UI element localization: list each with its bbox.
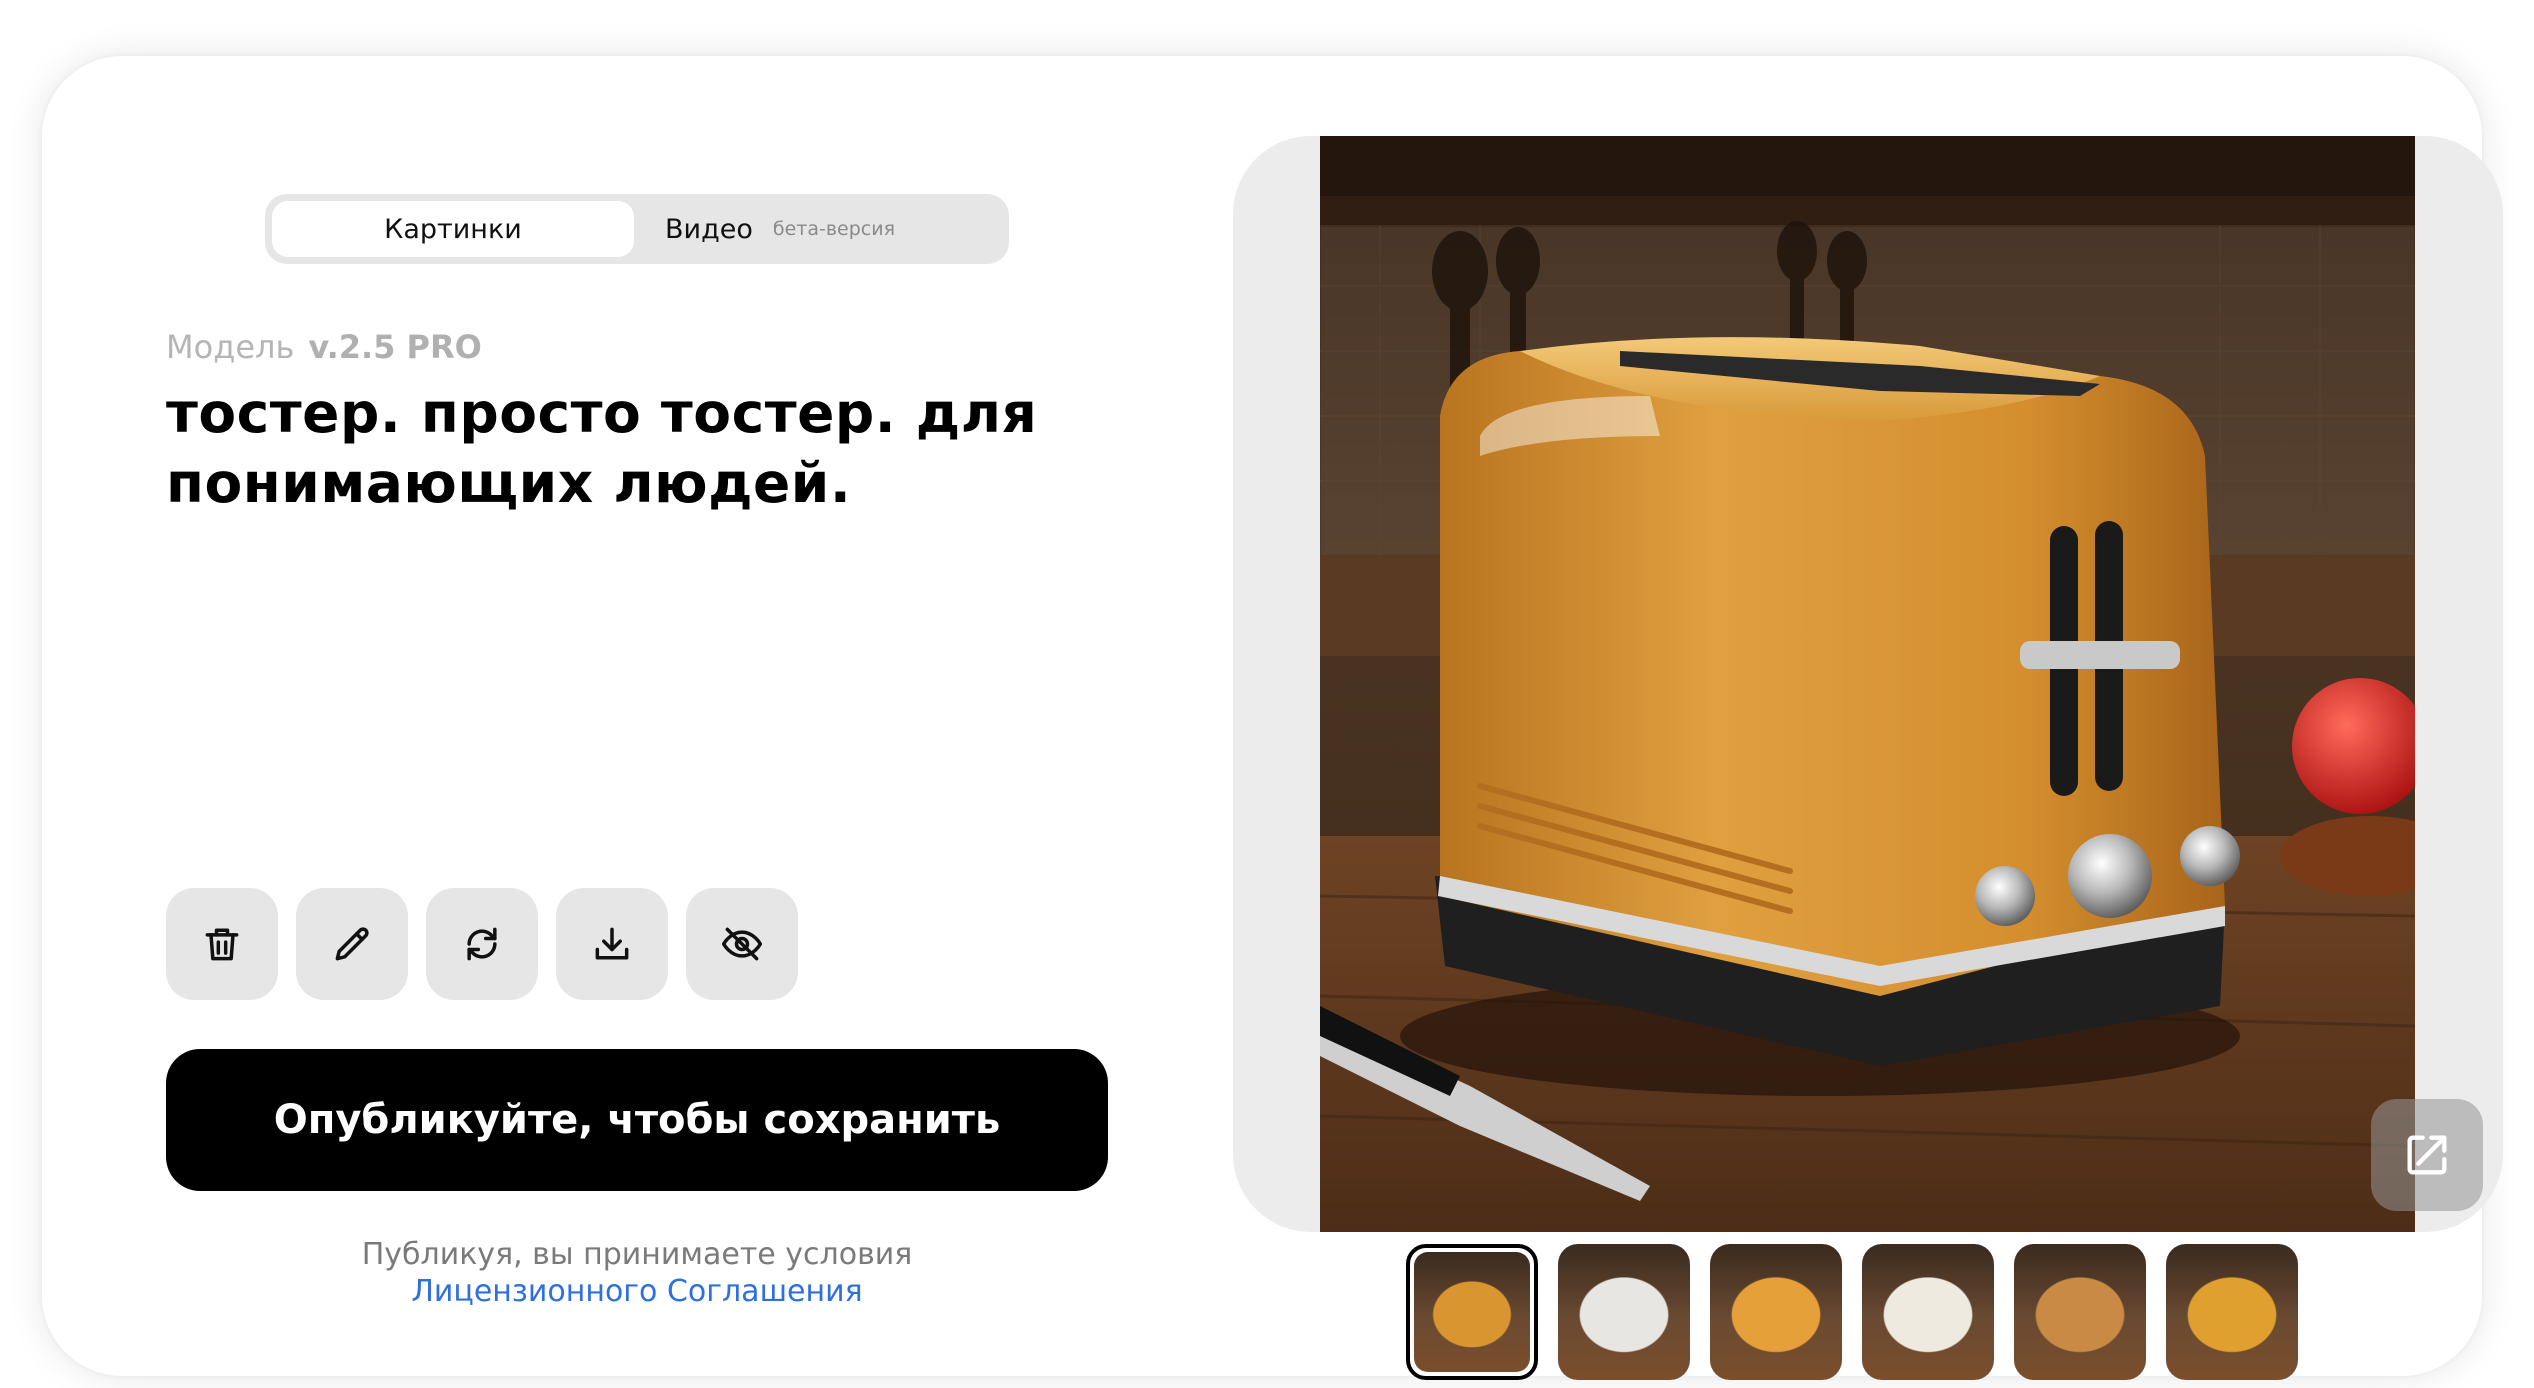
thumbnail-image (2014, 1244, 2146, 1380)
thumbnail-1[interactable] (1406, 1244, 1538, 1380)
expand-icon (2407, 1135, 2447, 1175)
thumbnail-image (2166, 1244, 2298, 1380)
tab-video-label: Видео (665, 213, 753, 245)
pencil-icon (335, 927, 369, 961)
trash-icon (205, 928, 239, 961)
refresh-icon (467, 927, 497, 961)
publish-button[interactable]: Опубликуйте, чтобы сохранить (166, 1049, 1108, 1191)
terms-notice: Публикуя, вы принимаете условия Лицензио… (166, 1236, 1108, 1310)
fullscreen-button[interactable] (2371, 1099, 2483, 1211)
thumbnail-4[interactable] (1862, 1244, 1994, 1380)
generation-card: Картинки Видео бета-версия Модель v.2.5 P… (42, 56, 2503, 1380)
thumbnail-image (1862, 1244, 1994, 1380)
hide-button[interactable] (686, 888, 798, 1000)
thumbnail-strip (1406, 1244, 2298, 1380)
thumbnail-image (1414, 1252, 1530, 1372)
tab-video[interactable]: Видео бета-версия (665, 201, 995, 257)
delete-button[interactable] (166, 888, 278, 1000)
download-button[interactable] (556, 888, 668, 1000)
model-label: Модель (166, 328, 295, 366)
thumbnail-5[interactable] (2014, 1244, 2146, 1380)
terms-text: Публикуя, вы принимаете условия (361, 1237, 913, 1272)
regenerate-button[interactable] (426, 888, 538, 1000)
thumbnail-3[interactable] (1710, 1244, 1842, 1380)
license-agreement-link[interactable]: Лицензионного Соглашения (166, 1273, 1108, 1310)
thumbnail-2[interactable] (1558, 1244, 1690, 1380)
eye-off-icon (721, 927, 763, 961)
beta-badge: бета-версия (772, 218, 896, 240)
action-toolbar (166, 888, 798, 1000)
mode-tabs: Картинки Видео бета-версия (265, 194, 1009, 264)
download-icon (595, 927, 629, 960)
model-version: v.2.5 PRO (308, 328, 482, 366)
prompt-text: тостер. просто тостер. для понимающих лю… (166, 381, 1038, 515)
image-preview-panel (1233, 136, 2503, 1232)
thumbnail-6[interactable] (2166, 1244, 2298, 1380)
thumbnail-image (1558, 1244, 1690, 1380)
thumbnail-image (1710, 1244, 1842, 1380)
toaster-illustration (1320, 136, 2415, 1232)
tab-images[interactable]: Картинки (272, 201, 634, 257)
edit-button[interactable] (296, 888, 408, 1000)
tab-images-label: Картинки (384, 213, 522, 245)
model-info: Модель v.2.5 PRO (166, 328, 482, 366)
publish-button-label: Опубликуйте, чтобы сохранить (273, 1097, 1001, 1143)
generated-image (1320, 136, 2415, 1232)
